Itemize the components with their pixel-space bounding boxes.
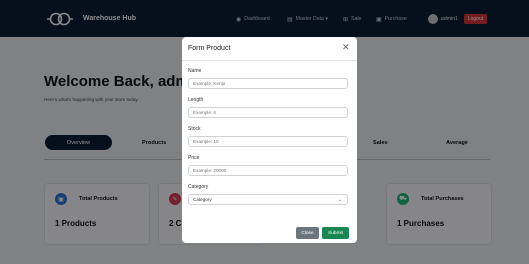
close-button[interactable]: Close — [296, 227, 319, 239]
stock-field[interactable] — [188, 136, 348, 147]
category-select-value: Category — [193, 197, 212, 202]
close-icon[interactable]: ✕ — [342, 43, 350, 52]
category-select[interactable]: Category ⌄ — [188, 194, 348, 205]
price-field[interactable] — [188, 165, 348, 176]
name-label: Name — [188, 68, 202, 74]
length-field[interactable] — [188, 107, 348, 118]
modal-divider — [182, 60, 357, 61]
price-label: Price — [188, 155, 200, 161]
product-form-modal: Form Product ✕ Name Length Stock Price C… — [182, 37, 357, 243]
stock-label: Stock — [188, 126, 201, 132]
category-label: Category — [188, 184, 209, 190]
submit-button[interactable]: Submit — [322, 227, 349, 239]
name-field[interactable] — [188, 78, 348, 89]
modal-title: Form Product — [188, 45, 231, 52]
chevron-down-icon: ⌄ — [337, 197, 342, 203]
length-label: Length — [188, 97, 204, 103]
